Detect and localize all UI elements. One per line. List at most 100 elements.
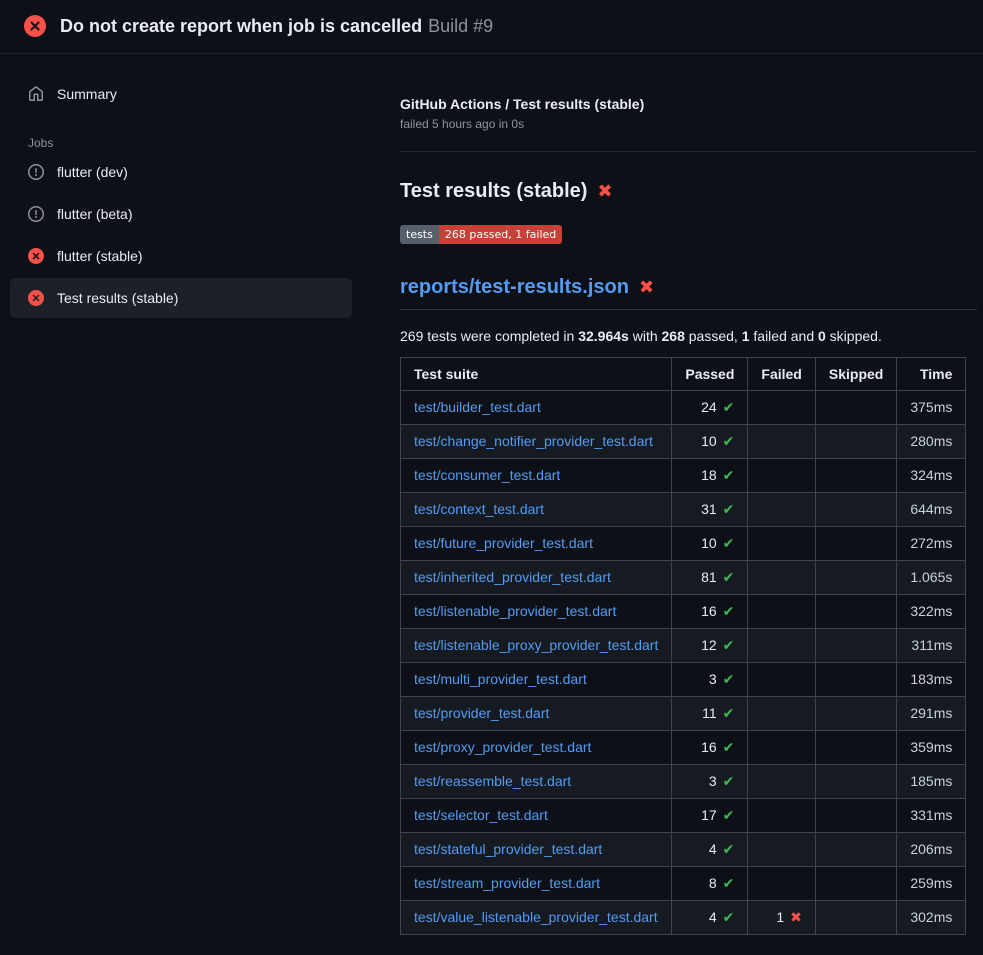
- suite-cell: test/stream_provider_test.dart: [401, 866, 672, 900]
- summary-passed-count: 268: [662, 328, 685, 344]
- passed-cell: 4✔: [672, 832, 748, 866]
- table-row: test/proxy_provider_test.dart 16✔ 359ms: [401, 730, 966, 764]
- passed-cell: 10✔: [672, 526, 748, 560]
- build-number: Build #9: [428, 16, 493, 36]
- time-cell: 324ms: [897, 458, 966, 492]
- suite-link[interactable]: test/stream_provider_test.dart: [414, 875, 600, 891]
- check-icon: ✔: [723, 841, 735, 857]
- check-icon: ✔: [723, 535, 735, 551]
- suite-link[interactable]: test/reassemble_test.dart: [414, 773, 571, 789]
- passed-count: 31: [701, 501, 717, 517]
- suite-link[interactable]: test/selector_test.dart: [414, 807, 548, 823]
- sidebar-job-item[interactable]: Test results (stable): [10, 278, 352, 318]
- summary-duration: 32.964s: [578, 328, 629, 344]
- time-cell: 375ms: [897, 390, 966, 424]
- passed-cell: 3✔: [672, 764, 748, 798]
- passed-cell: 24✔: [672, 390, 748, 424]
- suite-cell: test/stateful_provider_test.dart: [401, 832, 672, 866]
- failed-x-icon: ✖: [597, 182, 612, 200]
- skipped-cell: [815, 696, 896, 730]
- suite-link[interactable]: test/listenable_proxy_provider_test.dart: [414, 637, 658, 653]
- check-icon: ✔: [723, 909, 735, 925]
- check-icon: ✔: [723, 637, 735, 653]
- summary-text: with: [629, 328, 662, 344]
- passed-cell: 12 ✔: [672, 628, 748, 662]
- table-row: test/multi_provider_test.dart 3✔ 183ms: [401, 662, 966, 696]
- suite-cell: test/value_listenable_provider_test.dart: [401, 900, 672, 934]
- suite-link[interactable]: test/inherited_provider_test.dart: [414, 569, 611, 585]
- sidebar-item-summary[interactable]: Summary: [10, 78, 352, 110]
- suite-link[interactable]: test/context_test.dart: [414, 501, 544, 517]
- x-circle-fill-icon: [24, 15, 46, 37]
- failed-cell: [748, 764, 815, 798]
- suite-link[interactable]: test/stateful_provider_test.dart: [414, 841, 602, 857]
- time-cell: 311ms: [897, 628, 966, 662]
- failed-cell: [748, 866, 815, 900]
- suite-link[interactable]: test/proxy_provider_test.dart: [414, 739, 591, 755]
- table-row: test/selector_test.dart 17✔ 331ms: [401, 798, 966, 832]
- sidebar-job-item[interactable]: flutter (beta): [10, 194, 352, 234]
- jobs-list: flutter (dev) flutter (beta) flutter (st…: [10, 152, 352, 318]
- summary-text: skipped.: [826, 328, 882, 344]
- suite-link[interactable]: test/future_provider_test.dart: [414, 535, 593, 551]
- passed-count: 81: [701, 569, 717, 585]
- table-row: test/provider_test.dart 11✔ 291ms: [401, 696, 966, 730]
- section-title-text: Test results (stable): [400, 180, 587, 203]
- page-header: Do not create report when job is cancell…: [0, 0, 983, 54]
- column-header-time: Time: [897, 357, 966, 390]
- x-circle-fill-icon: [28, 290, 44, 306]
- failed-x-icon: ✖: [639, 278, 654, 296]
- suite-cell: test/future_provider_test.dart: [401, 526, 672, 560]
- time-cell: 322ms: [897, 594, 966, 628]
- column-header-passed: Passed: [672, 357, 748, 390]
- table-row: test/stream_provider_test.dart 8✔ 259ms: [401, 866, 966, 900]
- table-header-row: Test suitePassedFailedSkippedTime: [401, 357, 966, 390]
- check-icon: ✔: [723, 671, 735, 687]
- skipped-cell: [815, 730, 896, 764]
- skipped-cell: [815, 764, 896, 798]
- passed-count: 12: [701, 637, 717, 653]
- sidebar-job-item[interactable]: flutter (dev): [10, 152, 352, 192]
- suite-link[interactable]: test/listenable_provider_test.dart: [414, 603, 616, 619]
- run-title: Do not create report when job is cancell…: [60, 16, 422, 36]
- passed-count: 8: [709, 875, 717, 891]
- sidebar-job-item[interactable]: flutter (stable): [10, 236, 352, 276]
- failed-cell: [748, 526, 815, 560]
- suite-link[interactable]: test/consumer_test.dart: [414, 467, 560, 483]
- passed-cell: 11✔: [672, 696, 748, 730]
- passed-count: 3: [709, 671, 717, 687]
- suite-link[interactable]: test/change_notifier_provider_test.dart: [414, 433, 653, 449]
- badge-value: 268 passed, 1 failed: [439, 225, 562, 244]
- suite-cell: test/consumer_test.dart: [401, 458, 672, 492]
- passed-cell: 31 ✔: [672, 492, 748, 526]
- passed-cell: 18 ✔: [672, 458, 748, 492]
- neutral-status-icon: [28, 206, 44, 222]
- time-cell: 185ms: [897, 764, 966, 798]
- passed-count: 11: [702, 705, 717, 721]
- check-icon: ✔: [723, 807, 735, 823]
- suite-cell: test/selector_test.dart: [401, 798, 672, 832]
- badge-label: tests: [400, 225, 439, 244]
- x-circle-fill-icon: [28, 248, 44, 264]
- passed-count: 18: [701, 467, 717, 483]
- passed-cell: 10✔: [672, 424, 748, 458]
- suite-link[interactable]: test/builder_test.dart: [414, 399, 541, 415]
- summary-text: 269 tests were completed in: [400, 328, 578, 344]
- check-icon: ✔: [723, 467, 735, 483]
- suite-link[interactable]: test/multi_provider_test.dart: [414, 671, 587, 687]
- check-icon: ✔: [723, 501, 735, 517]
- report-link[interactable]: reports/test-results.json: [400, 276, 629, 299]
- suite-cell: test/listenable_proxy_provider_test.dart: [401, 628, 672, 662]
- suite-link[interactable]: test/provider_test.dart: [414, 705, 549, 721]
- failed-cell: [748, 492, 815, 526]
- suite-cell: test/reassemble_test.dart: [401, 764, 672, 798]
- results-table-body: test/builder_test.dart 24✔ 375ms test/ch…: [401, 390, 966, 934]
- skipped-cell: [815, 458, 896, 492]
- failed-cell: [748, 730, 815, 764]
- check-icon: ✔: [723, 739, 735, 755]
- suite-link[interactable]: test/value_listenable_provider_test.dart: [414, 909, 658, 925]
- status-line: failed 5 hours ago in 0s: [400, 117, 977, 131]
- summary-failed-count: 1: [742, 328, 750, 344]
- summary-text: passed,: [685, 328, 742, 344]
- time-cell: 259ms: [897, 866, 966, 900]
